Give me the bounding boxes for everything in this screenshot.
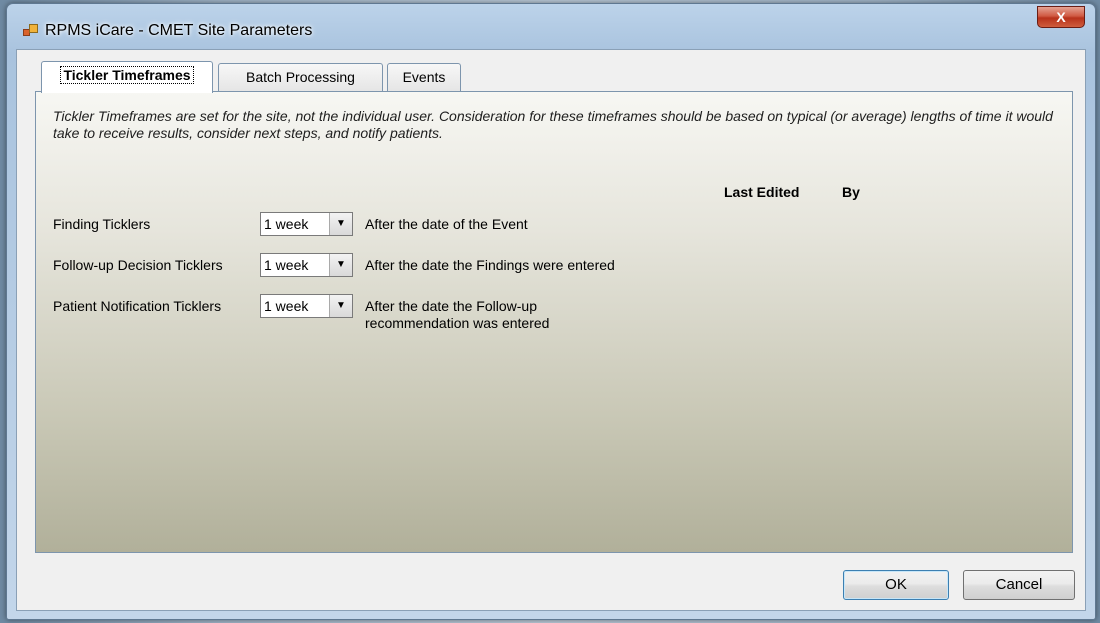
tab-batch-processing[interactable]: Batch Processing <box>218 63 383 93</box>
tab-tickler-timeframes[interactable]: Tickler Timeframes <box>41 61 213 93</box>
by-header: By <box>842 184 860 200</box>
chevron-down-icon[interactable]: ▼ <box>329 213 352 235</box>
patient-notification-ticklers-select[interactable]: 1 week ▼ <box>260 294 353 318</box>
finding-ticklers-label: Finding Ticklers <box>53 216 151 232</box>
tab-events[interactable]: Events <box>387 63 461 93</box>
app-icon <box>23 24 38 36</box>
chevron-down-icon[interactable]: ▼ <box>329 295 352 317</box>
last-edited-header: Last Edited <box>724 184 800 200</box>
chevron-down-icon[interactable]: ▼ <box>329 254 352 276</box>
tab-label: Tickler Timeframes <box>60 66 194 84</box>
close-button[interactable]: X <box>1037 6 1085 28</box>
tab-label: Batch Processing <box>246 69 355 85</box>
select-value: 1 week <box>264 257 309 273</box>
follow-up-decision-ticklers-label: Follow-up Decision Ticklers <box>53 257 223 273</box>
finding-ticklers-select[interactable]: 1 week ▼ <box>260 212 353 236</box>
dialog-window: RPMS iCare - CMET Site Parameters X Tick… <box>6 3 1096 620</box>
window-title: RPMS iCare - CMET Site Parameters <box>45 22 313 39</box>
follow-up-decision-ticklers-after-text: After the date the Findings were entered <box>365 257 615 273</box>
finding-ticklers-after-text: After the date of the Event <box>365 216 528 232</box>
ok-button[interactable]: OK <box>843 570 949 600</box>
follow-up-decision-ticklers-select[interactable]: 1 week ▼ <box>260 253 353 277</box>
title-bar[interactable]: RPMS iCare - CMET Site Parameters X <box>7 4 1095 48</box>
cancel-button[interactable]: Cancel <box>963 570 1075 600</box>
select-value: 1 week <box>264 298 309 314</box>
patient-notification-ticklers-label: Patient Notification Ticklers <box>53 298 222 314</box>
select-value: 1 week <box>264 216 309 232</box>
panel-description: Tickler Timeframes are set for the site,… <box>53 108 1053 141</box>
tab-label: Events <box>402 69 446 85</box>
close-icon: X <box>1056 9 1066 25</box>
tickler-timeframes-panel: Tickler Timeframes are set for the site,… <box>35 91 1073 553</box>
dialog-client-area: Tickler Timeframes Batch Processing Even… <box>16 49 1086 611</box>
patient-notification-ticklers-after-text: After the date the Follow-up recommendat… <box>365 298 550 331</box>
